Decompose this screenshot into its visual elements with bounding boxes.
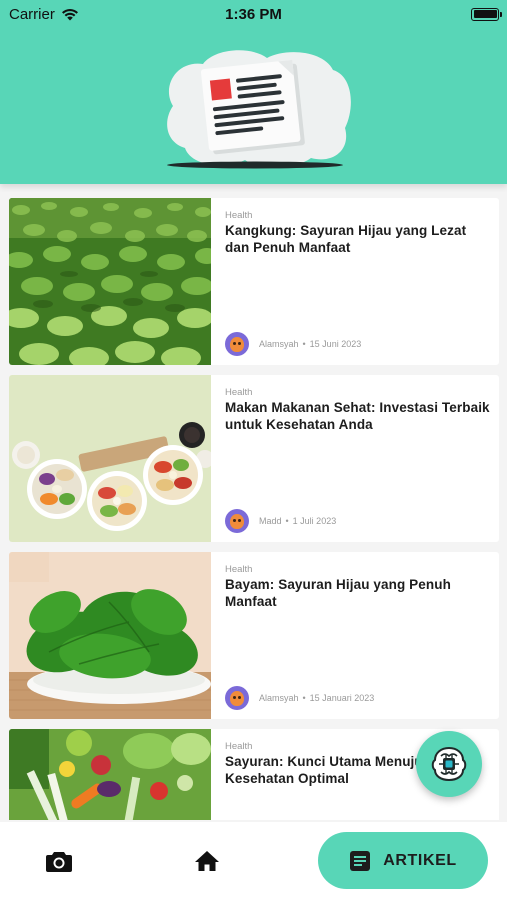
article-content: Health Makan Makanan Sehat: Investasi Te… (225, 387, 490, 535)
article-byline: Madd • 1 Juli 2023 (259, 516, 336, 526)
article-content: Health Kangkung: Sayuran Hijau yang Leza… (225, 210, 490, 358)
article-author: Alamsyah (259, 693, 299, 703)
meta-separator: • (285, 516, 289, 526)
article-title[interactable]: Bayam: Sayuran Hijau yang Penuh Manfaat (225, 577, 490, 610)
article-date: 15 Januari 2023 (309, 693, 375, 703)
ai-chip-brain-icon (431, 746, 467, 782)
article-card[interactable]: Health Kangkung: Sayuran Hijau yang Leza… (9, 198, 499, 365)
nav-article-button[interactable]: ARTIKEL (318, 832, 488, 889)
meta-separator: • (302, 693, 306, 703)
status-carrier-group: Carrier (9, 6, 79, 23)
wifi-icon (61, 8, 78, 21)
article-meta: Alamsyah • 15 Januari 2023 (225, 686, 374, 710)
spinach-plate-image (9, 552, 211, 719)
home-icon (195, 851, 219, 871)
newspaper-illustration (167, 50, 351, 169)
mixed-vegetables-image (9, 729, 211, 820)
article-card[interactable]: Health Bayam: Sayuran Hijau yang Penuh M… (9, 552, 499, 719)
article-thumbnail[interactable] (9, 729, 211, 820)
article-category: Health (225, 387, 253, 398)
author-avatar (225, 686, 249, 710)
article-content: Health Bayam: Sayuran Hijau yang Penuh M… (225, 564, 490, 712)
camera-icon (46, 852, 72, 872)
article-meta: Alamsyah • 15 Juni 2023 (225, 332, 361, 356)
article-thumbnail[interactable] (9, 198, 211, 365)
article-thumbnail[interactable] (9, 552, 211, 719)
article-category: Health (225, 210, 253, 221)
carrier-label: Carrier (9, 5, 55, 23)
battery-level (473, 10, 497, 18)
article-date: 15 Juni 2023 (309, 339, 362, 349)
nav-home-button[interactable] (188, 846, 226, 876)
article-thumbnail[interactable] (9, 375, 211, 542)
status-bar: Carrier 1:36 PM (0, 0, 507, 28)
bottom-navigation: ARTIKEL (0, 822, 507, 900)
app-screen: Carrier 1:36 PM Health Kangkung: Sayuran… (0, 0, 507, 900)
article-author: Alamsyah (259, 339, 299, 349)
article-byline: Alamsyah • 15 Januari 2023 (259, 693, 374, 703)
battery-icon (471, 7, 502, 21)
author-avatar (225, 332, 249, 356)
article-card[interactable]: Health Makan Makanan Sehat: Investasi Te… (9, 375, 499, 542)
author-avatar (225, 509, 249, 533)
article-byline: Alamsyah • 15 Juni 2023 (259, 339, 361, 349)
ai-assistant-fab[interactable] (416, 731, 482, 797)
nav-article-label: ARTIKEL (383, 851, 457, 869)
meta-separator: • (302, 339, 306, 349)
article-date: 1 Juli 2023 (292, 516, 337, 526)
kangkung-field-image (9, 198, 211, 365)
article-icon (350, 850, 371, 871)
nav-camera-button[interactable] (40, 846, 78, 876)
salad-bowls-image (9, 375, 211, 542)
article-category: Health (225, 564, 253, 575)
article-title[interactable]: Makan Makanan Sehat: Investasi Terbaik u… (225, 400, 490, 433)
article-title[interactable]: Kangkung: Sayuran Hijau yang Lezat dan P… (225, 223, 490, 256)
article-meta: Madd • 1 Juli 2023 (225, 509, 336, 533)
article-list[interactable]: Health Kangkung: Sayuran Hijau yang Leza… (0, 198, 507, 820)
article-author: Madd (259, 516, 282, 526)
